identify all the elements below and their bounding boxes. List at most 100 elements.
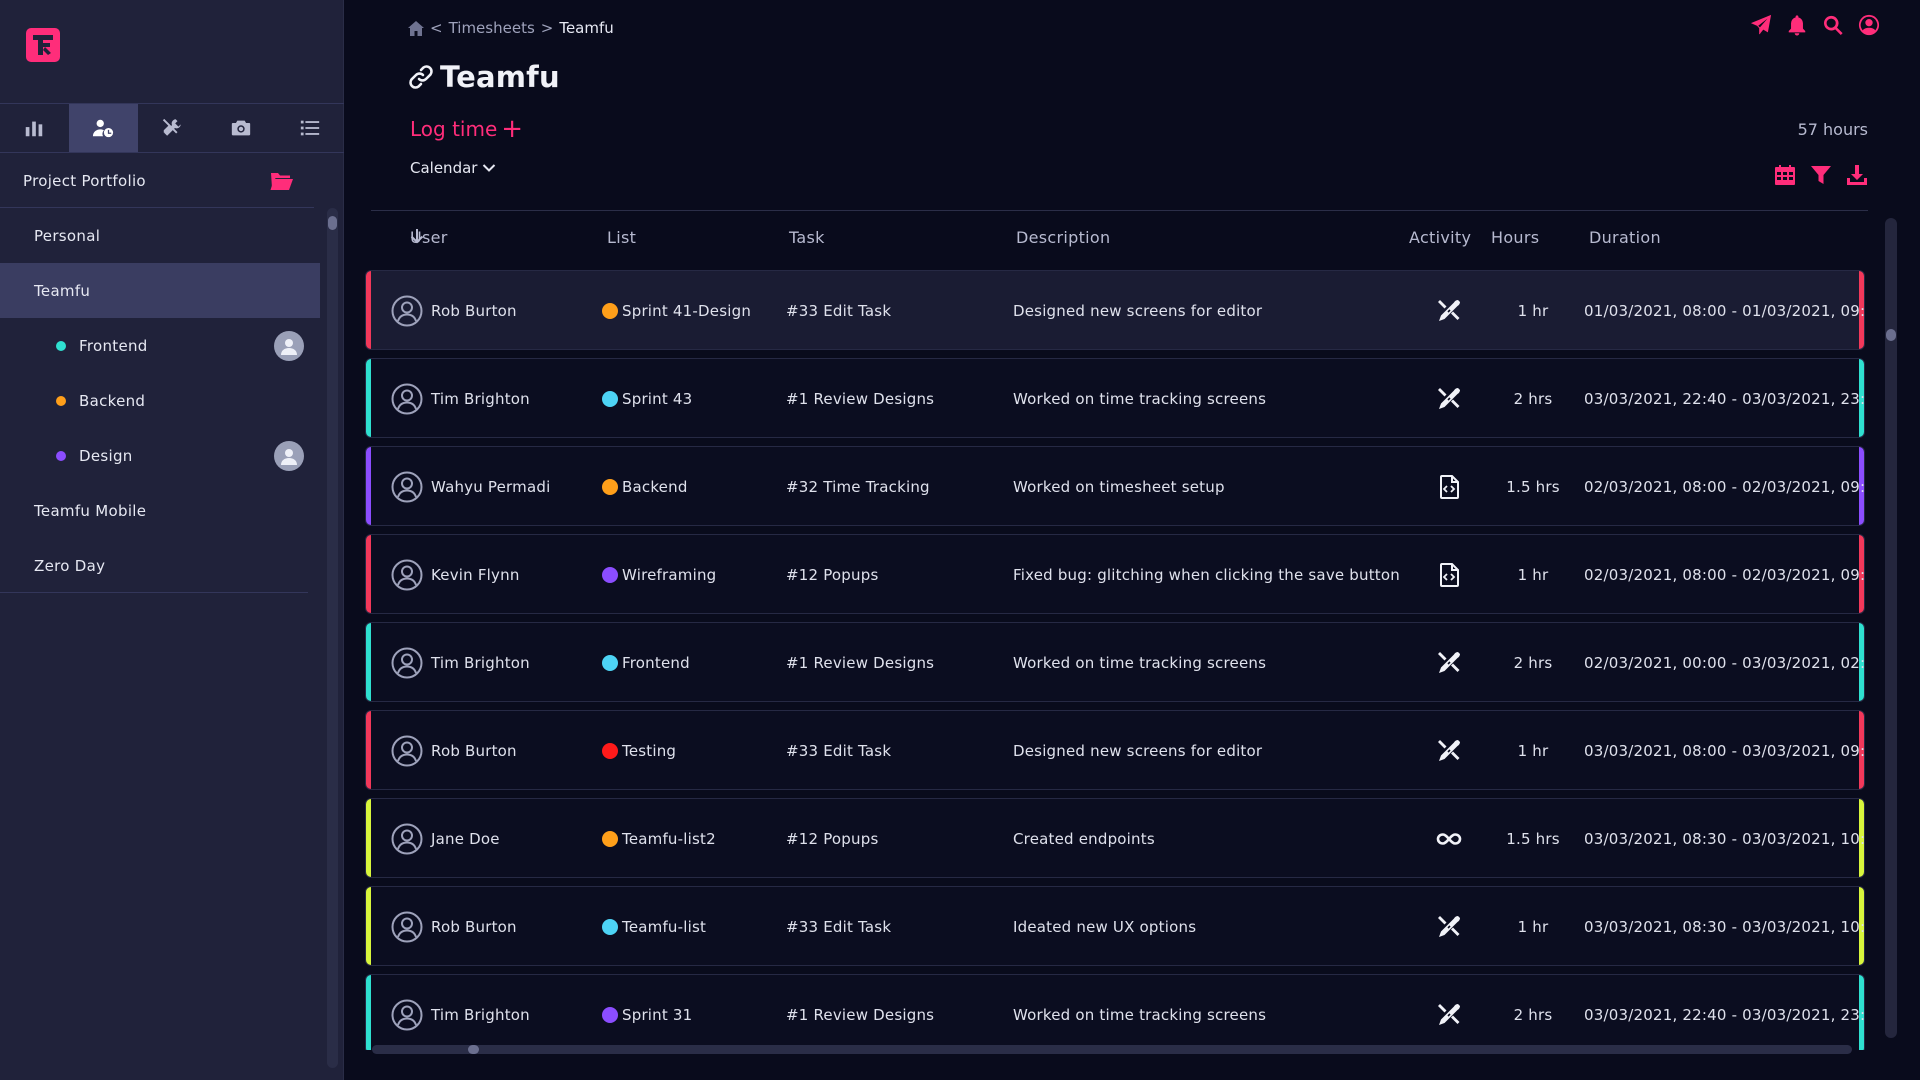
row-color-bar	[366, 535, 371, 613]
table-row[interactable]: Wahyu Permadi Backend #32 Time Tracking Wor…	[365, 446, 1865, 526]
cell-description: Worked on time tracking screens	[1013, 654, 1267, 672]
sidebar-item-label: Frontend	[79, 336, 148, 355]
breadcrumb-timesheets[interactable]: Timesheets	[449, 19, 535, 37]
column-header-list[interactable]: List	[607, 228, 636, 247]
table-tools	[1774, 164, 1868, 186]
cell-task[interactable]: #12 Popups	[786, 535, 878, 613]
table-row[interactable]: Kevin Flynn Wireframing #12 Popups Fixed bu…	[365, 534, 1865, 614]
tab-timesheets[interactable]	[68, 104, 138, 152]
sidebar-scrollbar-thumb[interactable]	[328, 216, 337, 230]
sidebar-scrollbar[interactable]	[327, 208, 338, 1068]
sidebar-item-teamfu[interactable]: Teamfu	[0, 263, 320, 318]
horizontal-scrollbar-thumb[interactable]	[468, 1045, 479, 1054]
list-name[interactable]: Testing	[622, 742, 676, 760]
sidebar-item-design[interactable]: Design	[0, 428, 320, 483]
list-color-dot	[602, 479, 618, 495]
header-divider	[371, 210, 1868, 211]
row-color-bar	[366, 799, 371, 877]
sidebar-item-label: Teamfu Mobile	[34, 501, 147, 520]
download-icon[interactable]	[1846, 164, 1868, 186]
user-avatar-icon	[391, 383, 423, 415]
cell-duration: 02/03/2021, 00:00 - 03/03/2021, 02:00	[1584, 654, 1865, 672]
cell-task[interactable]: #1 Review Designs	[786, 359, 934, 437]
table-row[interactable]: Tim Brighton Frontend #1 Review Designs Wor…	[365, 622, 1865, 702]
send-icon[interactable]	[1750, 14, 1772, 36]
cell-task[interactable]: #33 Edit Task	[786, 887, 891, 965]
teamfu-logo[interactable]	[26, 28, 60, 62]
calendar-icon[interactable]	[1774, 164, 1796, 186]
tab-tools[interactable]	[138, 104, 207, 152]
tab-list[interactable]	[275, 104, 344, 152]
cell-task[interactable]: #12 Popups	[786, 799, 878, 877]
user-clock-icon	[93, 119, 114, 138]
top-actions	[1750, 14, 1880, 36]
cell-hours: 2 hrs	[1513, 390, 1553, 408]
column-header-task[interactable]: Task	[789, 228, 825, 247]
cell-task[interactable]: #33 Edit Task	[786, 711, 891, 789]
search-icon[interactable]	[1822, 14, 1844, 36]
cell-duration: 03/03/2021, 08:30 - 03/03/2021, 10:00	[1584, 830, 1865, 848]
cell-hours: 1.5 hrs	[1506, 478, 1560, 496]
list-name[interactable]: Backend	[622, 478, 688, 496]
cell-task[interactable]: #1 Review Designs	[786, 975, 934, 1050]
bell-icon[interactable]	[1786, 14, 1808, 36]
sidebar-item-teamfu-mobile[interactable]: Teamfu Mobile	[0, 483, 320, 538]
table-row[interactable]: Rob Burton Sprint 41-Design #33 Edit Task D…	[365, 270, 1865, 350]
table-row[interactable]: Jane Doe Teamfu-list2 #12 Popups Created en…	[365, 798, 1865, 878]
sidebar-item-label: Personal	[34, 226, 101, 245]
folder-open-icon[interactable]	[270, 170, 294, 192]
list-name[interactable]: Sprint 31	[622, 1006, 692, 1024]
camera-icon	[231, 120, 250, 136]
cell-hours: 2 hrs	[1513, 654, 1553, 672]
cell-list: Teamfu-list	[602, 887, 706, 965]
user-name: Jane Doe	[431, 830, 500, 848]
list-name[interactable]: Teamfu-list2	[622, 830, 716, 848]
list-name[interactable]: Frontend	[622, 654, 690, 672]
cell-list: Wireframing	[602, 535, 716, 613]
column-header-user[interactable]: User	[410, 228, 447, 247]
sidebar-item-backend[interactable]: Backend	[0, 373, 320, 428]
cell-list: Backend	[602, 447, 688, 525]
column-header-description[interactable]: Description	[1016, 228, 1110, 247]
list-name[interactable]: Sprint 43	[622, 390, 692, 408]
sidebar-item-frontend[interactable]: Frontend	[0, 318, 320, 373]
table-row[interactable]: Rob Burton Testing #33 Edit Task Designed n…	[365, 710, 1865, 790]
log-time-button[interactable]: Log time +	[410, 116, 523, 142]
user-profile-icon[interactable]	[1858, 14, 1880, 36]
table-row[interactable]: Tim Brighton Sprint 43 #1 Review Designs Wo…	[365, 358, 1865, 438]
calendar-dropdown[interactable]: Calendar	[410, 159, 496, 177]
column-header-hours[interactable]: Hours	[1491, 228, 1539, 247]
column-header-label: User	[410, 228, 448, 247]
total-hours: 57 hours	[1797, 120, 1868, 139]
avatar[interactable]	[274, 441, 304, 471]
column-header-activity[interactable]: Activity	[1409, 228, 1471, 247]
user-avatar-icon	[281, 339, 297, 355]
project-portfolio-header[interactable]: Project Portfolio	[0, 154, 314, 208]
vertical-scrollbar-thumb[interactable]	[1886, 329, 1896, 341]
list-name[interactable]: Teamfu-list	[622, 918, 706, 936]
breadcrumb-separator: <	[430, 19, 443, 37]
tab-reports[interactable]	[0, 104, 69, 152]
user-name: Rob Burton	[431, 742, 517, 760]
list-name[interactable]: Wireframing	[622, 566, 716, 584]
list-name[interactable]: Sprint 41-Design	[622, 302, 751, 320]
column-header-duration[interactable]: Duration	[1589, 228, 1661, 247]
sidebar-item-zero-day[interactable]: Zero Day	[0, 538, 320, 593]
infinity-icon	[1429, 799, 1469, 877]
avatar[interactable]	[274, 331, 304, 361]
horizontal-scrollbar[interactable]	[372, 1045, 1852, 1054]
home-icon[interactable]	[408, 20, 424, 36]
table-row[interactable]: Tim Brighton Sprint 31 #1 Review Designs Wo…	[365, 974, 1865, 1050]
cell-task[interactable]: #32 Time Tracking	[786, 447, 930, 525]
cell-task[interactable]: #1 Review Designs	[786, 623, 934, 701]
cell-list: Sprint 41-Design	[602, 271, 751, 349]
code-file-icon	[1429, 535, 1469, 613]
vertical-scrollbar[interactable]	[1885, 218, 1897, 1038]
cell-duration: 02/03/2021, 08:00 - 02/03/2021, 09:30	[1584, 478, 1865, 496]
cell-task[interactable]: #33 Edit Task	[786, 271, 891, 349]
user-name: Tim Brighton	[431, 390, 530, 408]
table-row[interactable]: Rob Burton Teamfu-list #33 Edit Task Ideate…	[365, 886, 1865, 966]
sidebar-item-personal[interactable]: Personal	[0, 208, 320, 263]
filter-icon[interactable]	[1810, 164, 1832, 186]
tab-screenshots[interactable]	[206, 104, 275, 152]
